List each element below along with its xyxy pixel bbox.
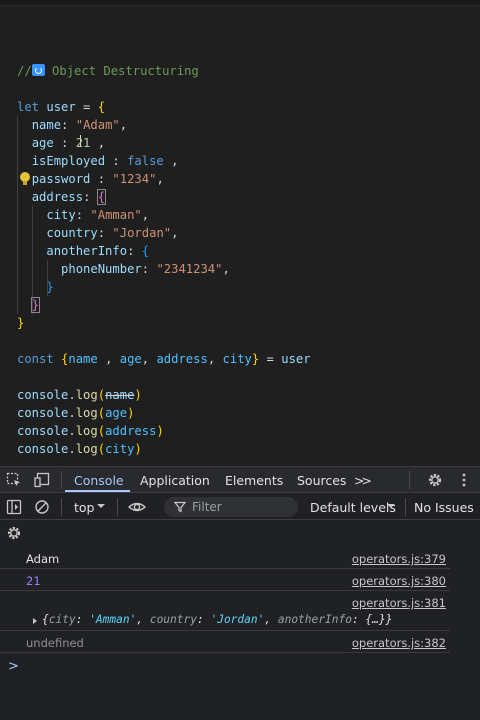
code-line-anotherinfo: anotherInfo: {	[46, 244, 150, 258]
log-levels-dropdown[interactable]: Default levels	[310, 500, 396, 515]
console-message: 21 operators.js:380	[0, 569, 450, 591]
refresh-emoji-icon	[31, 64, 45, 76]
code-line-log-2: console.log(age)	[17, 406, 135, 420]
active-tab-indicator	[65, 490, 130, 492]
device-toolbar-icon[interactable]	[34, 472, 50, 488]
devtools-panel: Console Application Elements Sources >> …	[0, 466, 480, 720]
live-expression-eye-icon[interactable]	[128, 499, 146, 515]
source-link[interactable]: operators.js:379	[352, 552, 446, 566]
kebab-menu-icon[interactable]	[456, 472, 472, 488]
expand-triangle-icon[interactable]	[31, 617, 39, 625]
code-line-comment: // Object Destructuring	[17, 64, 199, 78]
editor-top-strip	[0, 0, 480, 6]
code-line-employed: isEmployed : false ,	[31, 154, 179, 168]
context-selector[interactable]: top	[74, 500, 94, 515]
chevron-down-icon	[97, 504, 105, 508]
console-settings-row	[0, 521, 480, 545]
settings-gear-icon[interactable]	[427, 472, 443, 488]
code-line-age: age : 21 ,	[31, 136, 106, 150]
tab-console[interactable]: Console	[74, 473, 124, 488]
console-message-object: operators.js:381 {city: 'Amman', country…	[0, 591, 450, 631]
more-tabs-icon[interactable]: >>	[354, 473, 372, 488]
filter-input[interactable]: Filter	[164, 497, 298, 517]
source-link[interactable]: operators.js:380	[352, 574, 446, 588]
filter-icon	[174, 501, 186, 513]
chevron-down-icon	[387, 504, 395, 508]
sidebar-toggle-icon[interactable]	[6, 499, 22, 515]
code-line-log-4: console.log(city)	[17, 442, 142, 456]
tab-sources[interactable]: Sources	[297, 473, 346, 488]
console-message: Adam operators.js:379	[0, 547, 450, 569]
code-line-phone: phoneNumber: "2341234",	[61, 262, 230, 276]
source-link[interactable]: operators.js:381	[352, 596, 446, 610]
code-line-log-3: console.log(address)	[17, 424, 164, 438]
logged-object-preview[interactable]: {city: 'Amman', country: 'Jordan', anoth…	[42, 613, 392, 626]
inspect-element-icon[interactable]	[6, 472, 22, 488]
clear-console-icon[interactable]	[34, 499, 50, 515]
devtools-tabbar: Console Application Elements Sources >>	[0, 467, 480, 493]
tab-application[interactable]: Application	[140, 473, 210, 488]
code-line-address: address: {	[31, 189, 107, 205]
console-message: undefined operators.js:382	[0, 631, 450, 653]
code-line-password: password : "1234",	[31, 172, 164, 186]
code-block[interactable]: // Object Destructuring let user = { nam…	[17, 62, 311, 458]
code-line-log-1: console.log(name)	[17, 388, 142, 402]
code-line-country: country: "Jordan",	[46, 226, 179, 240]
issues-button[interactable]: No Issues	[414, 500, 474, 515]
code-line-name: name: "Adam",	[31, 118, 128, 132]
code-line-let: let user = {	[17, 100, 106, 114]
code-line-destructure: const {name , age, address, city} = user	[17, 352, 311, 366]
console-prompt-chevron-icon[interactable]: >	[8, 659, 19, 674]
source-link[interactable]: operators.js:382	[352, 636, 446, 650]
tab-elements[interactable]: Elements	[225, 473, 283, 488]
console-toolbar: top Filter Default levels No Issues	[0, 494, 480, 520]
code-line-city: city: "Amman",	[46, 208, 150, 222]
console-settings-gear-icon[interactable]	[6, 525, 22, 541]
code-editor[interactable]: // Object Destructuring let user = { nam…	[0, 0, 480, 466]
